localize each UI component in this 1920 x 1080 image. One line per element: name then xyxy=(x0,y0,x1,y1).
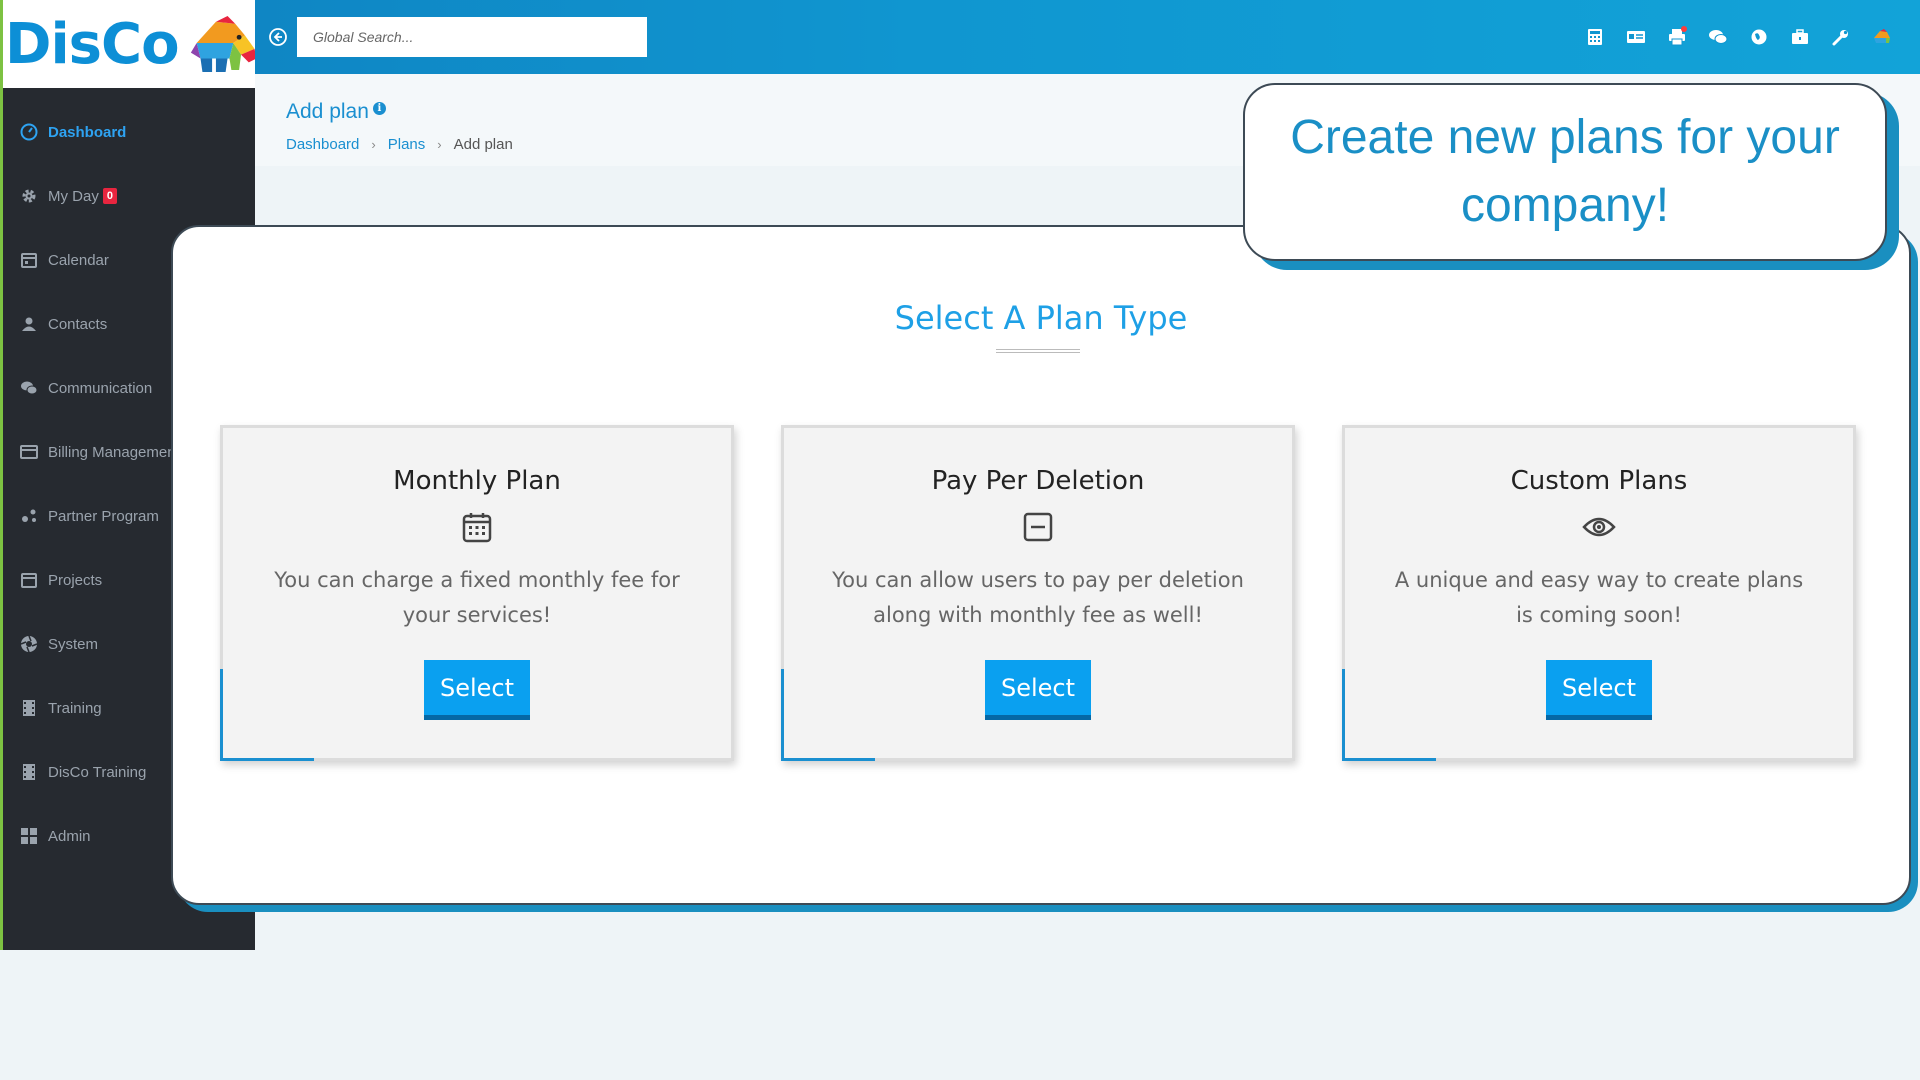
chat-icon xyxy=(19,378,39,398)
select-monthly-plan-button[interactable]: Select xyxy=(424,660,530,720)
promo-callout: Create new plans for your company! xyxy=(1243,83,1887,261)
sidebar-item-my-day[interactable]: My Day 0 xyxy=(3,164,258,228)
elephant-logo-icon xyxy=(190,16,257,72)
plan-description: A unique and easy way to create plans is… xyxy=(1394,568,1804,627)
plan-description: You can charge a fixed monthly fee for y… xyxy=(274,568,680,627)
logo[interactable]: DisCo xyxy=(3,0,258,88)
chevron-right-icon: › xyxy=(437,137,442,152)
notification-dot xyxy=(1681,26,1687,32)
card-accent xyxy=(1342,669,1345,761)
sidebar-item-label: Partner Program xyxy=(48,507,159,525)
section-title: Select A Plan Type xyxy=(894,299,1188,337)
share-icon xyxy=(19,506,39,526)
calendar-icon xyxy=(460,510,494,544)
sidebar-item-label: Billing Management xyxy=(48,443,180,461)
card-accent xyxy=(220,758,314,761)
chevron-right-icon: › xyxy=(371,137,376,152)
sidebar-item-label: Communication xyxy=(48,379,153,397)
dashboard-icon xyxy=(19,122,39,142)
user-icon xyxy=(19,314,39,334)
breadcrumb-dashboard[interactable]: Dashboard xyxy=(286,136,359,153)
card-accent xyxy=(220,669,223,761)
collapse-sidebar-button[interactable] xyxy=(261,20,295,54)
global-search-input[interactable] xyxy=(297,17,647,57)
credit-card-icon xyxy=(19,442,39,462)
select-pay-per-deletion-button[interactable]: Select xyxy=(985,660,1091,720)
page-title: Add plan i xyxy=(286,100,386,124)
calendar-icon xyxy=(19,250,39,270)
sidebar-item-label: Calendar xyxy=(48,251,109,269)
film-icon xyxy=(19,762,39,782)
plan-card-pay-per-deletion: Pay Per Deletion You can allow users to … xyxy=(781,425,1295,761)
id-card-icon[interactable] xyxy=(1615,22,1656,52)
top-bar xyxy=(255,0,1920,74)
plan-title: Monthly Plan xyxy=(393,466,561,496)
plan-card-custom: Custom Plans A unique and easy way to cr… xyxy=(1342,425,1856,761)
sidebar-item-dashboard[interactable]: Dashboard xyxy=(3,100,258,164)
page-title-text: Add plan xyxy=(286,100,369,123)
title-divider xyxy=(996,349,1080,353)
card-accent xyxy=(1342,758,1436,761)
select-custom-plans-button[interactable]: Select xyxy=(1546,660,1652,720)
aperture-icon xyxy=(19,634,39,654)
calculator-icon[interactable] xyxy=(1574,22,1615,52)
card-accent xyxy=(781,758,875,761)
minus-square-icon xyxy=(1021,510,1055,544)
sidebar-item-label: DisCo Training xyxy=(48,763,147,781)
calendar-icon xyxy=(19,570,39,590)
grid-icon xyxy=(19,826,39,846)
plan-description: You can allow users to pay per deletion … xyxy=(832,568,1244,627)
sidebar-item-label: Contacts xyxy=(48,315,108,333)
plan-card-monthly: Monthly Plan You can charge a fixed mont… xyxy=(220,425,734,761)
top-icons xyxy=(1574,22,1902,52)
arrow-left-circle-icon xyxy=(269,28,287,46)
logo-text: DisCo xyxy=(5,11,180,77)
sidebar-item-label: System xyxy=(48,635,99,653)
breadcrumb-current: Add plan xyxy=(453,136,513,153)
sidebar-item-label: Admin xyxy=(48,827,91,845)
info-icon[interactable]: i xyxy=(372,102,386,115)
globe-icon[interactable] xyxy=(1738,22,1779,52)
avatar-icon[interactable] xyxy=(1861,22,1902,52)
breadcrumb-plans[interactable]: Plans xyxy=(388,136,426,153)
plan-title: Custom Plans xyxy=(1510,466,1688,496)
comments-icon[interactable] xyxy=(1697,22,1738,52)
printer-icon[interactable] xyxy=(1656,22,1697,52)
sidebar-item-label: My Day xyxy=(48,187,99,205)
film-icon xyxy=(19,698,39,718)
briefcase-icon[interactable] xyxy=(1779,22,1820,52)
card-accent xyxy=(781,669,784,761)
gear-icon xyxy=(19,186,39,206)
sidebar-item-label: Projects xyxy=(48,571,103,589)
notification-badge: 0 xyxy=(102,188,117,204)
plan-title: Pay Per Deletion xyxy=(931,466,1145,496)
sidebar-item-label: Dashboard xyxy=(48,123,127,141)
wrench-icon[interactable] xyxy=(1820,22,1861,52)
eye-icon xyxy=(1582,510,1616,544)
plan-type-card: Select A Plan Type Monthly Plan You can … xyxy=(171,225,1911,905)
breadcrumb: Dashboard › Plans › Add plan xyxy=(286,136,513,153)
sidebar-item-label: Training xyxy=(48,699,102,717)
